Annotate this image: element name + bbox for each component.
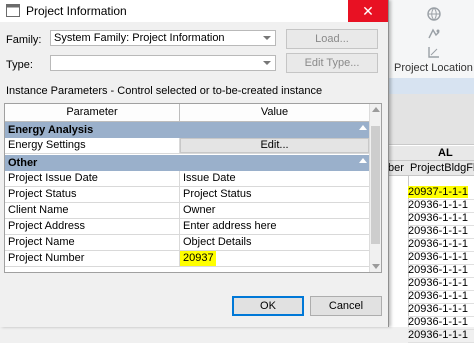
title-bar: Project Information ✕ [0,0,388,22]
close-button[interactable]: ✕ [348,0,388,22]
schedule-row[interactable]: 20936-1-1-1 [408,212,474,226]
schedule-cell: 20936-1-1-1 [408,316,468,328]
cancel-button[interactable]: Cancel [310,296,382,316]
param-value-input[interactable]: 20937 [180,251,369,266]
chevron-down-icon [263,36,271,40]
param-name: Project Issue Date [8,172,98,184]
schedule-header-row: ber ProjectBldgFloor [388,161,474,176]
schedule-cell: 20936-1-1-1 [408,212,468,224]
param-row-project-number: Project Number 20937 [5,251,369,267]
group-energy-analysis[interactable]: Energy Analysis [5,122,369,138]
schedule-cell: 20937-1-1-1 [408,186,468,198]
param-row-project-address: Project Address Enter address here [5,219,369,235]
schedule-cell: 20936-1-1-1 [408,329,468,341]
energy-settings-edit-button[interactable]: Edit... [180,138,369,153]
param-row-project-issue-date: Project Issue Date Issue Date [5,171,369,187]
collapse-icon[interactable] [359,158,367,163]
schedule-letter-row: AL [388,146,474,161]
schedule-row[interactable]: 20936-1-1-1 [408,251,474,265]
column-header-parameter: Parameter [66,106,118,118]
schedule-row[interactable]: 20936-1-1-1 [408,316,474,330]
param-row-client-name: Client Name Owner [5,203,369,219]
grid-header: Parameter Value [5,104,369,122]
param-name: Client Name [8,204,69,216]
schedule-cell: 20936-1-1-1 [408,290,468,302]
param-row-project-name: Project Name Object Details [5,235,369,251]
scroll-down-icon[interactable] [372,264,380,269]
schedule-row[interactable]: 20936-1-1-1 [408,264,474,278]
param-value-input[interactable]: Project Status [180,187,369,202]
globe-icon[interactable] [426,6,442,22]
param-value-input[interactable]: Issue Date [180,171,369,186]
property-grid: Parameter Value Energy Analysis Energy S… [4,103,382,273]
param-value-input[interactable]: Owner [180,203,369,218]
close-icon: ✕ [362,3,374,19]
schedule-row[interactable]: 20936-1-1-1 [408,329,474,343]
coordinates-icon[interactable] [426,44,442,60]
scrollbar-thumb[interactable] [371,126,380,244]
schedule-cell: 20936-1-1-1 [408,238,468,250]
schedule-row[interactable]: 20936-1-1-1 [408,303,474,317]
param-value-input[interactable]: Enter address here [180,219,369,234]
column-header-value: Value [260,106,289,118]
param-row-energy-settings: Energy Settings Edit... [5,138,369,154]
window-icon [6,4,20,17]
edit-type-button[interactable]: Edit Type... [286,53,378,73]
chevron-down-icon [263,61,271,65]
schedule-row[interactable]: 20936-1-1-1 [408,277,474,291]
param-name: Project Number [8,252,85,264]
schedule-cell: 20936-1-1-1 [408,303,468,315]
view-tab-bar [388,78,474,94]
type-dropdown[interactable] [50,55,276,71]
type-label: Type: [6,59,33,71]
collapse-icon[interactable] [359,125,367,130]
scroll-up-icon[interactable] [372,107,380,112]
schedule-row[interactable]: 20936-1-1-1 [408,238,474,252]
family-value: System Family: Project Information [54,32,225,44]
schedule-row[interactable]: 20936-1-1-1 [408,290,474,304]
schedule-cell: 20936-1-1-1 [408,225,468,237]
schedule-cell: 20936-1-1-1 [408,251,468,263]
param-name: Project Status [8,188,77,200]
group-label: Energy Analysis [8,124,94,136]
schedule-toolbar [388,94,474,145]
ribbon-label-project-location: Project Location [394,62,473,74]
dialog-title: Project Information [26,4,127,18]
group-label: Other [8,157,38,169]
schedule-cell: 20936-1-1-1 [408,199,468,211]
param-row-project-status: Project Status Project Status [5,187,369,203]
schedule-row[interactable]: 20936-1-1-1 [408,225,474,239]
schedule-row[interactable]: 20936-1-1-1 [408,199,474,213]
vertical-scrollbar[interactable] [369,104,381,272]
param-name: Project Name [8,236,75,248]
ok-button[interactable]: OK [232,296,304,316]
group-other[interactable]: Other [5,155,369,171]
project-information-dialog: Project Information ✕ Family: System Fam… [0,0,389,327]
column-header-left: ber [388,162,404,174]
param-value-input[interactable]: Object Details [180,235,369,250]
schedule-cell: 20936-1-1-1 [408,277,468,289]
schedule-row[interactable]: 20937-1-1-1 [408,186,474,200]
location-icon[interactable] [426,26,442,42]
family-label: Family: [6,34,42,46]
schedule-cell: 20936-1-1-1 [408,264,468,276]
instance-parameters-caption: Instance Parameters - Control selected o… [6,85,323,97]
column-header: ProjectBldgFloor [410,162,474,174]
column-letter: AL [438,147,453,159]
param-name: Project Address [8,220,86,232]
ribbon-panel: Project Location [388,0,474,79]
family-dropdown[interactable]: System Family: Project Information [50,30,276,46]
load-button[interactable]: Load... [286,29,378,49]
param-name: Energy Settings [8,139,86,151]
